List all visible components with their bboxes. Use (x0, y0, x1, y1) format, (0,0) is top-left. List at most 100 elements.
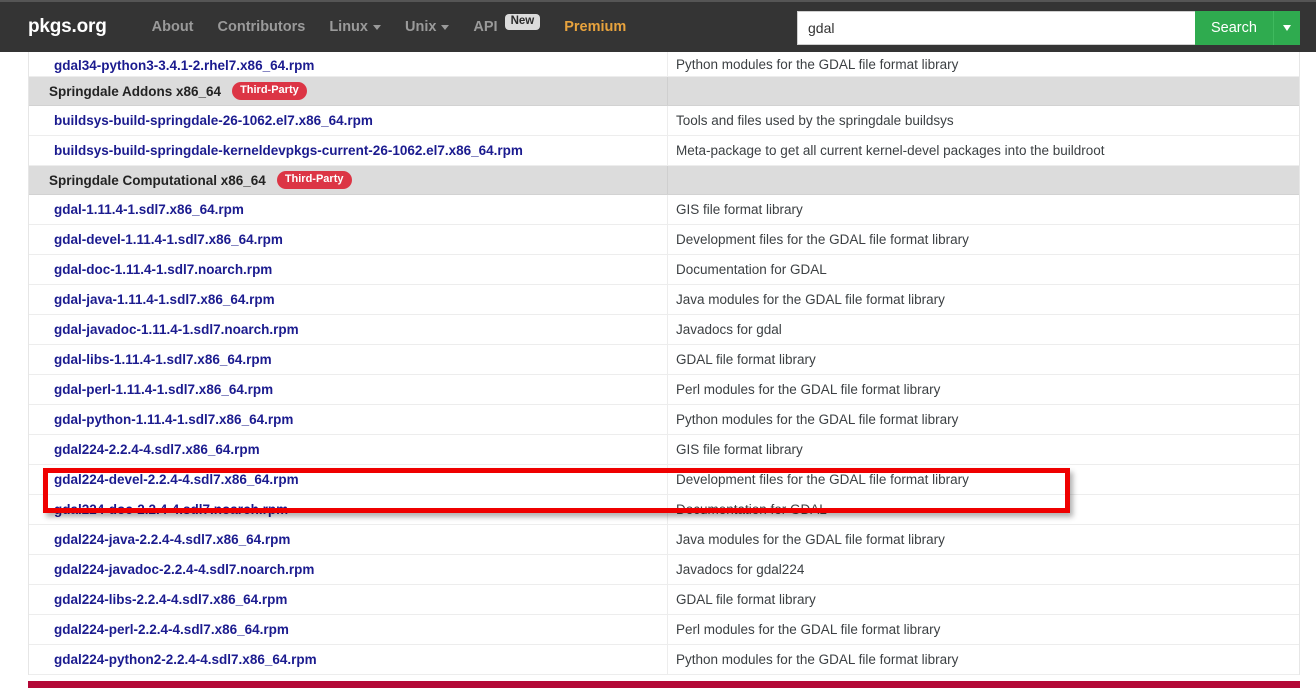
package-link[interactable]: gdal224-libs-2.2.4-4.sdl7.x86_64.rpm (54, 592, 287, 607)
table-row[interactable]: gdal-devel-1.11.4-1.sdl7.x86_64.rpm Devel… (29, 225, 1299, 255)
table-row[interactable]: buildsys-build-springdale-kerneldevpkgs-… (29, 136, 1299, 166)
table-row[interactable]: gdal-doc-1.11.4-1.sdl7.noarch.rpm Documen… (29, 255, 1299, 285)
nav-link-label: Linux (329, 19, 368, 35)
table-row[interactable]: gdal-java-1.11.4-1.sdl7.x86_64.rpm Java m… (29, 285, 1299, 315)
new-badge: New (504, 13, 541, 31)
package-link[interactable]: gdal-python-1.11.4-1.sdl7.x86_64.rpm (54, 412, 293, 427)
nav-link-label: Contributors (217, 19, 306, 35)
search-form: Search (797, 11, 1300, 45)
table-row[interactable]: gdal-python-1.11.4-1.sdl7.x86_64.rpm Pyth… (29, 405, 1299, 435)
package-link[interactable]: gdal224-python2-2.2.4-4.sdl7.x86_64.rpm (54, 652, 317, 667)
package-name-cell: gdal-libs-1.11.4-1.sdl7.x86_64.rpm (29, 345, 668, 374)
table-row[interactable]: gdal34-python3-3.4.1-2.rhel7.x86_64.rpm P… (29, 52, 1299, 77)
nav-link-premium[interactable]: Premium (552, 19, 638, 35)
group-title: Springdale Computational x86_64 (49, 172, 266, 188)
package-name-cell: gdal224-devel-2.2.4-4.sdl7.x86_64.rpm (29, 465, 668, 494)
table-row[interactable]: gdal224-perl-2.2.4-4.sdl7.x86_64.rpm Perl… (29, 615, 1299, 645)
package-name-cell: buildsys-build-springdale-kerneldevpkgs-… (29, 136, 668, 165)
package-link[interactable]: gdal-1.11.4-1.sdl7.x86_64.rpm (54, 202, 244, 217)
package-link[interactable]: gdal-perl-1.11.4-1.sdl7.x86_64.rpm (54, 382, 273, 397)
package-description-cell: Documentation for GDAL (676, 502, 827, 517)
table-row[interactable]: gdal224-libs-2.2.4-4.sdl7.x86_64.rpm GDAL… (29, 585, 1299, 615)
package-name-cell: gdal34-python3-3.4.1-2.rhel7.x86_64.rpm (29, 52, 668, 76)
third-party-badge: Third-Party (232, 82, 307, 100)
package-name-cell: gdal-1.11.4-1.sdl7.x86_64.rpm (29, 195, 668, 224)
site-brand[interactable]: pkgs.org (28, 16, 107, 38)
package-link[interactable]: buildsys-build-springdale-26-1062.el7.x8… (54, 113, 373, 128)
package-description-cell: Development files for the GDAL file form… (676, 472, 969, 487)
package-description-cell: GIS file format library (676, 442, 803, 457)
package-table: gdal34-python3-3.4.1-2.rhel7.x86_64.rpm P… (28, 52, 1300, 675)
package-link[interactable]: gdal-java-1.11.4-1.sdl7.x86_64.rpm (54, 292, 275, 307)
package-link[interactable]: gdal224-2.2.4-4.sdl7.x86_64.rpm (54, 442, 260, 457)
nav-link-api[interactable]: API New (461, 13, 552, 36)
nav-link-linux[interactable]: Linux (317, 19, 393, 35)
package-description-cell: Perl modules for the GDAL file format li… (676, 382, 941, 397)
third-party-badge: Third-Party (276, 171, 352, 189)
table-row[interactable]: gdal-javadoc-1.11.4-1.sdl7.noarch.rpm Jav… (29, 315, 1299, 345)
table-row[interactable]: gdal224-doc-2.2.4-4.sdl7.noarch.rpm Docum… (29, 495, 1299, 525)
package-description-cell: GIS file format library (676, 202, 803, 217)
search-button[interactable]: Search (1195, 11, 1273, 45)
table-row[interactable]: gdal-1.11.4-1.sdl7.x86_64.rpm GIS file fo… (29, 195, 1299, 225)
package-name-cell: gdal224-java-2.2.4-4.sdl7.x86_64.rpm (29, 525, 668, 554)
table-row[interactable]: gdal224-2.2.4-4.sdl7.x86_64.rpm GIS file … (29, 435, 1299, 465)
package-link[interactable]: gdal224-doc-2.2.4-4.sdl7.noarch.rpm (54, 502, 288, 517)
package-link[interactable]: gdal224-java-2.2.4-4.sdl7.x86_64.rpm (54, 532, 290, 547)
nav-link-label: Unix (404, 19, 437, 35)
nav-links: About Contributors Linux Unix API New Premium (140, 13, 639, 36)
package-name-cell: buildsys-build-springdale-26-1062.el7.x8… (29, 106, 668, 135)
package-description-cell: Development files for the GDAL file form… (676, 232, 969, 247)
table-row[interactable]: gdal224-java-2.2.4-4.sdl7.x86_64.rpm Java… (29, 525, 1299, 555)
group-title: Springdale Addons x86_64 (49, 83, 222, 99)
package-link[interactable]: gdal-javadoc-1.11.4-1.sdl7.noarch.rpm (54, 322, 299, 337)
package-link[interactable]: gdal-libs-1.11.4-1.sdl7.x86_64.rpm (54, 352, 272, 367)
package-description-cell: Python modules for the GDAL file format … (676, 57, 959, 72)
package-description-cell: GDAL file format library (676, 592, 816, 607)
table-row[interactable]: buildsys-build-springdale-26-1062.el7.x8… (29, 106, 1299, 136)
repository-group-header: Springdale Addons x86_64 Third-Party (29, 77, 1299, 106)
package-name-cell: gdal-python-1.11.4-1.sdl7.x86_64.rpm (29, 405, 668, 434)
package-link[interactable]: gdal-devel-1.11.4-1.sdl7.x86_64.rpm (54, 232, 283, 247)
table-row[interactable]: gdal224-devel-2.2.4-4.sdl7.x86_64.rpm Dev… (29, 465, 1299, 495)
package-description-cell: Javadocs for gdal (676, 322, 782, 337)
package-description-cell: GDAL file format library (676, 352, 816, 367)
package-description-cell: Meta-package to get all current kernel-d… (676, 143, 1105, 158)
package-description-cell: Documentation for GDAL (676, 262, 827, 277)
package-name-cell: gdal-perl-1.11.4-1.sdl7.x86_64.rpm (29, 375, 668, 404)
group-header-cell: Springdale Computational x86_64 Third-Par… (29, 166, 668, 194)
nav-link-about[interactable]: About (140, 19, 206, 35)
table-row[interactable]: gdal224-javadoc-2.2.4-4.sdl7.noarch.rpm J… (29, 555, 1299, 585)
chevron-down-icon (441, 24, 450, 30)
package-link[interactable]: gdal34-python3-3.4.1-2.rhel7.x86_64.rpm (54, 58, 314, 73)
package-link[interactable]: gdal224-javadoc-2.2.4-4.sdl7.noarch.rpm (54, 562, 314, 577)
chevron-down-icon (372, 24, 381, 30)
footer-accent-bar (28, 681, 1300, 688)
package-name-cell: gdal224-perl-2.2.4-4.sdl7.x86_64.rpm (29, 615, 668, 644)
package-name-cell: gdal-devel-1.11.4-1.sdl7.x86_64.rpm (29, 225, 668, 254)
package-description-cell: Perl modules for the GDAL file format li… (676, 622, 941, 637)
package-link[interactable]: buildsys-build-springdale-kerneldevpkgs-… (54, 143, 523, 158)
package-description-cell: Python modules for the GDAL file format … (676, 412, 959, 427)
package-name-cell: gdal224-2.2.4-4.sdl7.x86_64.rpm (29, 435, 668, 464)
search-input[interactable] (797, 11, 1195, 45)
package-name-cell: gdal-doc-1.11.4-1.sdl7.noarch.rpm (29, 255, 668, 284)
table-row[interactable]: gdal-perl-1.11.4-1.sdl7.x86_64.rpm Perl m… (29, 375, 1299, 405)
package-link[interactable]: gdal224-devel-2.2.4-4.sdl7.x86_64.rpm (54, 472, 299, 487)
nav-link-unix[interactable]: Unix (393, 19, 461, 35)
package-name-cell: gdal224-javadoc-2.2.4-4.sdl7.noarch.rpm (29, 555, 668, 584)
caret-down-icon (1282, 25, 1291, 31)
table-row[interactable]: gdal224-python2-2.2.4-4.sdl7.x86_64.rpm P… (29, 645, 1299, 675)
search-dropdown-button[interactable] (1272, 11, 1300, 45)
table-row[interactable]: gdal-libs-1.11.4-1.sdl7.x86_64.rpm GDAL f… (29, 345, 1299, 375)
package-name-cell: gdal224-python2-2.2.4-4.sdl7.x86_64.rpm (29, 645, 668, 674)
nav-link-label: Premium (564, 19, 627, 35)
package-description-cell: Tools and files used by the springdale b… (676, 113, 954, 128)
package-link[interactable]: gdal224-perl-2.2.4-4.sdl7.x86_64.rpm (54, 622, 289, 637)
package-description-cell: Java modules for the GDAL file format li… (676, 292, 945, 307)
nav-link-contributors[interactable]: Contributors (206, 19, 318, 35)
package-link[interactable]: gdal-doc-1.11.4-1.sdl7.noarch.rpm (54, 262, 272, 277)
group-header-spacer (668, 77, 1299, 105)
group-header-spacer (668, 166, 1299, 194)
group-header-cell: Springdale Addons x86_64 Third-Party (29, 77, 668, 105)
